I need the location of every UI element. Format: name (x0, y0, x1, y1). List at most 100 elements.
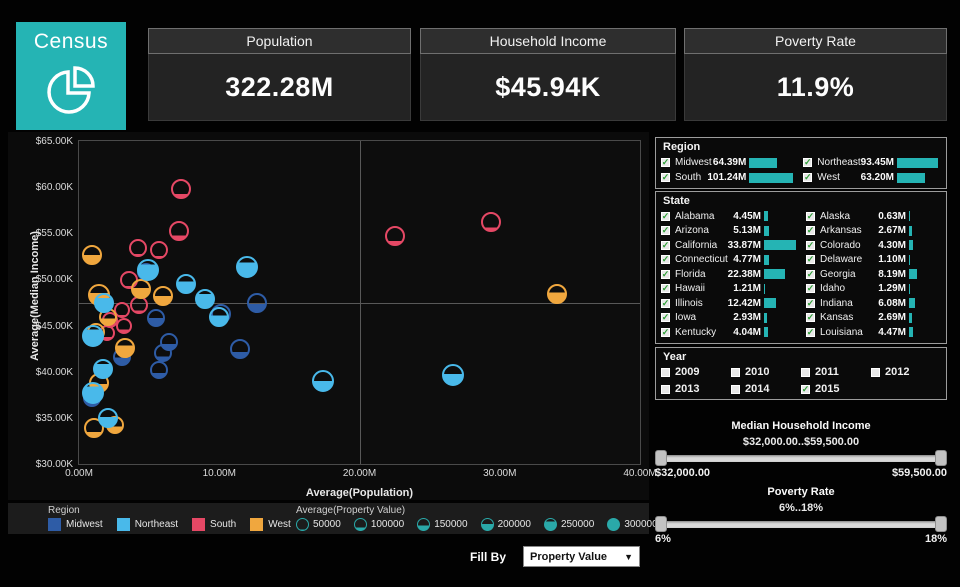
filter-value: 12.42M (727, 297, 761, 309)
checkbox-colorado[interactable]: ✓ (806, 240, 815, 250)
filter-value: 0.63M (878, 210, 906, 222)
data-point-west[interactable] (130, 278, 151, 299)
checkbox-indiana[interactable]: ✓ (806, 298, 815, 308)
checkbox-year-2014[interactable] (731, 384, 740, 394)
data-point-south[interactable] (384, 226, 405, 247)
data-point-south[interactable] (481, 212, 502, 233)
checkbox-idaho[interactable]: ✓ (806, 284, 815, 294)
data-point-northeast[interactable] (92, 358, 113, 379)
data-point-northeast[interactable] (82, 381, 105, 404)
region-legend-item-west[interactable]: West (250, 518, 291, 531)
checkbox-florida[interactable]: ✓ (661, 269, 670, 279)
value-bar (764, 269, 786, 280)
data-point-northeast[interactable] (175, 274, 196, 295)
checkbox-year-2011[interactable] (801, 367, 810, 377)
filter-row-alaska: ✓ Alaska 0.63M (806, 209, 941, 224)
filter-value: 33.87M (727, 239, 761, 251)
checkbox-year-2015[interactable]: ✓ (801, 384, 810, 394)
slider-handle-min[interactable] (655, 516, 667, 532)
checkbox-california[interactable]: ✓ (661, 240, 670, 250)
checkbox-alaska[interactable]: ✓ (806, 211, 815, 221)
y-axis-tick-label: $45.00K (35, 320, 73, 332)
checkbox-georgia[interactable]: ✓ (806, 269, 815, 279)
x-axis-tick-label: 10.00M (202, 468, 236, 479)
filter-value: 4.04M (733, 326, 761, 338)
data-point-west[interactable] (547, 284, 568, 305)
data-point-south[interactable] (168, 220, 189, 241)
slider-handle-max[interactable] (935, 516, 947, 532)
data-point-midwest[interactable] (230, 338, 251, 359)
checkbox-delaware[interactable]: ✓ (806, 255, 815, 265)
data-point-northeast[interactable] (94, 293, 115, 314)
checkbox-arizona[interactable]: ✓ (661, 226, 670, 236)
data-point-south[interactable] (130, 296, 149, 315)
checkbox-south[interactable]: ✓ (661, 173, 670, 182)
check-icon: ✓ (806, 312, 815, 323)
data-point-midwest[interactable] (149, 360, 168, 379)
slider-max-label: 18% (924, 533, 947, 545)
checkbox-year-2009[interactable] (661, 367, 670, 377)
check-icon: ✓ (661, 157, 670, 167)
filter-bar-zone (764, 283, 796, 294)
checkbox-year-2013[interactable] (661, 384, 670, 394)
filter-value: 93.45M (860, 157, 894, 168)
check-icon: ✓ (804, 157, 812, 167)
fill-by-dropdown[interactable]: Property Value ▼ (523, 546, 640, 567)
data-point-northeast[interactable] (442, 364, 465, 387)
data-point-west[interactable] (153, 286, 174, 307)
data-point-northeast[interactable] (236, 256, 259, 279)
checkbox-iowa[interactable]: ✓ (661, 313, 670, 323)
data-point-south[interactable] (128, 239, 147, 258)
data-point-midwest[interactable] (154, 344, 173, 363)
filter-row-illinois: ✓ Illinois 12.42M (661, 296, 796, 311)
filter-value: 4.45M (733, 210, 761, 222)
checkbox-alabama[interactable]: ✓ (661, 211, 670, 221)
scatter-plot-area[interactable]: $65.00K $60.00K $55.00K $50.00K $45.00K $40.0… (36, 136, 657, 479)
data-point-midwest[interactable] (147, 309, 166, 328)
data-point-northeast[interactable] (82, 324, 105, 347)
filter-bar-zone (909, 240, 941, 251)
year-filter-box: Year 2009 2010 2011 2012 2013 2014 ✓ 2015 (655, 347, 947, 400)
data-point-midwest[interactable] (247, 293, 268, 314)
slider-track[interactable] (657, 455, 945, 462)
y-axis-tick-label: $55.00K (35, 228, 73, 240)
checkbox-connecticut[interactable]: ✓ (661, 255, 670, 265)
data-point-south[interactable] (115, 318, 132, 335)
slider-handle-max[interactable] (935, 450, 947, 466)
data-point-south[interactable] (171, 178, 192, 199)
region-legend-item-northeast[interactable]: Northeast (116, 518, 178, 531)
checkbox-hawaii[interactable]: ✓ (661, 284, 670, 294)
checkbox-louisiana[interactable]: ✓ (806, 327, 815, 337)
checkbox-west[interactable]: ✓ (803, 173, 813, 182)
value-bar (764, 254, 769, 265)
data-point-south[interactable] (149, 240, 168, 259)
fill-level-circle (353, 518, 367, 531)
value-bar (909, 298, 915, 309)
checkbox-year-2010[interactable] (731, 367, 740, 377)
data-point-northeast[interactable] (195, 288, 216, 309)
checkbox-illinois[interactable]: ✓ (661, 298, 670, 308)
data-point-northeast[interactable] (136, 259, 159, 282)
slider-track[interactable] (657, 521, 945, 528)
data-point-west[interactable] (81, 245, 102, 266)
data-point-northeast[interactable] (209, 307, 230, 328)
checkbox-kentucky[interactable]: ✓ (661, 327, 670, 337)
checkbox-northeast[interactable]: ✓ (803, 157, 813, 167)
data-point-west[interactable] (115, 337, 136, 358)
data-point-northeast[interactable] (312, 369, 335, 392)
checkbox-kansas[interactable]: ✓ (806, 312, 815, 323)
value-bar (764, 327, 768, 338)
checkbox-year-2012[interactable] (871, 367, 880, 377)
checkbox-midwest[interactable]: ✓ (661, 158, 670, 167)
filter-row-idaho: ✓ Idaho 1.29M (806, 282, 941, 297)
filter-label: South (675, 172, 702, 183)
year-label: 2010 (745, 366, 770, 378)
checkbox-arkansas[interactable]: ✓ (806, 226, 815, 236)
filter-label: Illinois (675, 297, 703, 309)
region-legend-item-midwest[interactable]: Midwest (48, 518, 103, 531)
pie-chart-icon (16, 58, 126, 127)
data-point-northeast[interactable] (98, 407, 119, 428)
slider-handle-min[interactable] (655, 450, 667, 466)
kpi-title: Poverty Rate (684, 28, 947, 54)
region-legend-item-south[interactable]: South (192, 518, 236, 531)
